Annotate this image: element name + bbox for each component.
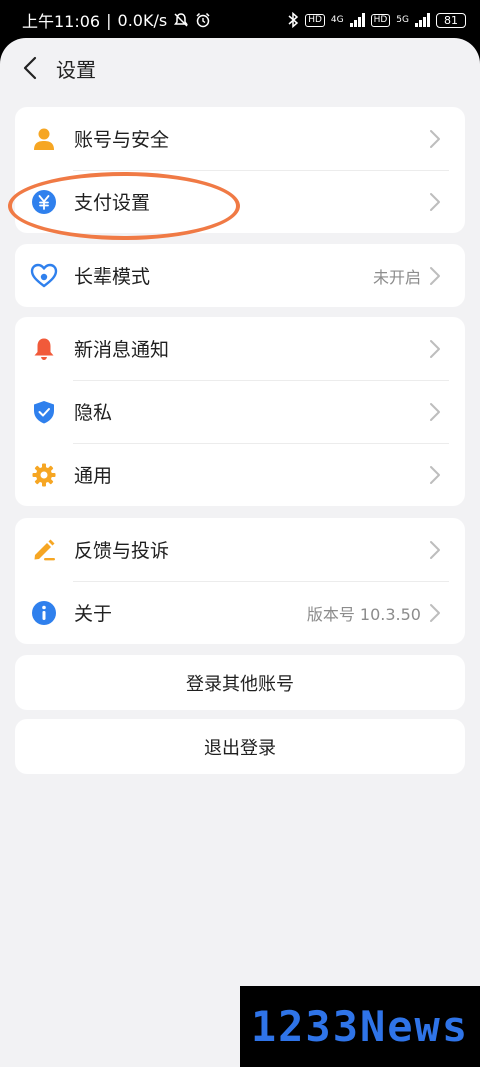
settings-group-elder: 长辈模式 未开启 [15, 244, 465, 307]
back-button[interactable] [4, 38, 56, 98]
chevron-right-icon [429, 129, 443, 149]
gear-icon [29, 460, 59, 490]
menu-item-about[interactable]: 关于 版本号 10.3.50 [15, 581, 465, 644]
network-type-1: 4G [330, 15, 344, 25]
chevron-right-icon [429, 402, 443, 422]
watermark-text: 1233News [250, 1002, 470, 1051]
network-type-2: 5G [396, 15, 409, 25]
chevron-left-icon [23, 56, 37, 80]
alarm-icon [196, 12, 210, 28]
menu-item-feedback[interactable]: 反馈与投诉 [15, 518, 465, 581]
menu-item-label: 通用 [74, 465, 113, 487]
menu-item-label: 隐私 [74, 402, 113, 424]
hd-badge-2: HD [370, 13, 391, 27]
network-speed: 0.0K/s [117, 10, 168, 30]
menu-item-privacy[interactable]: 隐私 [15, 380, 465, 443]
bluetooth-icon [288, 12, 299, 28]
status-bar: 上午11:06 | 0.0K/s HD 4G HD 5G 81 [0, 0, 480, 40]
heart-icon [29, 261, 59, 291]
menu-item-label: 反馈与投诉 [74, 540, 170, 562]
settings-group-general: 新消息通知 隐私 通用 [15, 317, 465, 506]
switch-account-button[interactable]: 登录其他账号 [15, 655, 465, 710]
logout-button[interactable]: 退出登录 [15, 719, 465, 774]
chevron-right-icon [429, 465, 443, 485]
chevron-right-icon [429, 540, 443, 560]
shield-icon [29, 397, 59, 427]
page-title: 设置 [56, 57, 96, 82]
signal-icon [349, 13, 365, 27]
menu-item-label: 账号与安全 [74, 129, 170, 151]
status-time: 上午11:06 [22, 12, 101, 31]
watermark: 1233News [240, 986, 480, 1067]
person-icon [29, 124, 59, 154]
mute-bell-icon [174, 13, 189, 27]
settings-group-about: 反馈与投诉 关于 版本号 10.3.50 [15, 518, 465, 644]
chevron-right-icon [429, 339, 443, 359]
hd-badge: HD [305, 13, 325, 27]
menu-item-label: 关于 [74, 603, 113, 625]
info-icon [29, 598, 59, 628]
menu-item-general[interactable]: 通用 [15, 443, 465, 506]
battery-icon: 81 [436, 12, 466, 28]
header: 设置 [0, 38, 480, 98]
signal-icon-2 [415, 13, 430, 27]
menu-item-account-security[interactable]: 账号与安全 [15, 107, 465, 170]
chevron-right-icon [429, 192, 443, 212]
menu-item-notifications[interactable]: 新消息通知 [15, 317, 465, 380]
menu-item-label: 长辈模式 [74, 266, 151, 288]
bell-icon [29, 334, 59, 364]
version-number: 版本号 10.3.50 [306, 604, 421, 624]
chevron-right-icon [429, 603, 443, 623]
menu-item-elder-mode[interactable]: 长辈模式 未开启 [15, 244, 465, 307]
highlight-ellipse [8, 172, 240, 240]
pen-icon [29, 535, 59, 565]
chevron-right-icon [429, 266, 443, 286]
elder-mode-status: 未开启 [372, 267, 421, 287]
menu-item-label: 新消息通知 [74, 339, 170, 361]
